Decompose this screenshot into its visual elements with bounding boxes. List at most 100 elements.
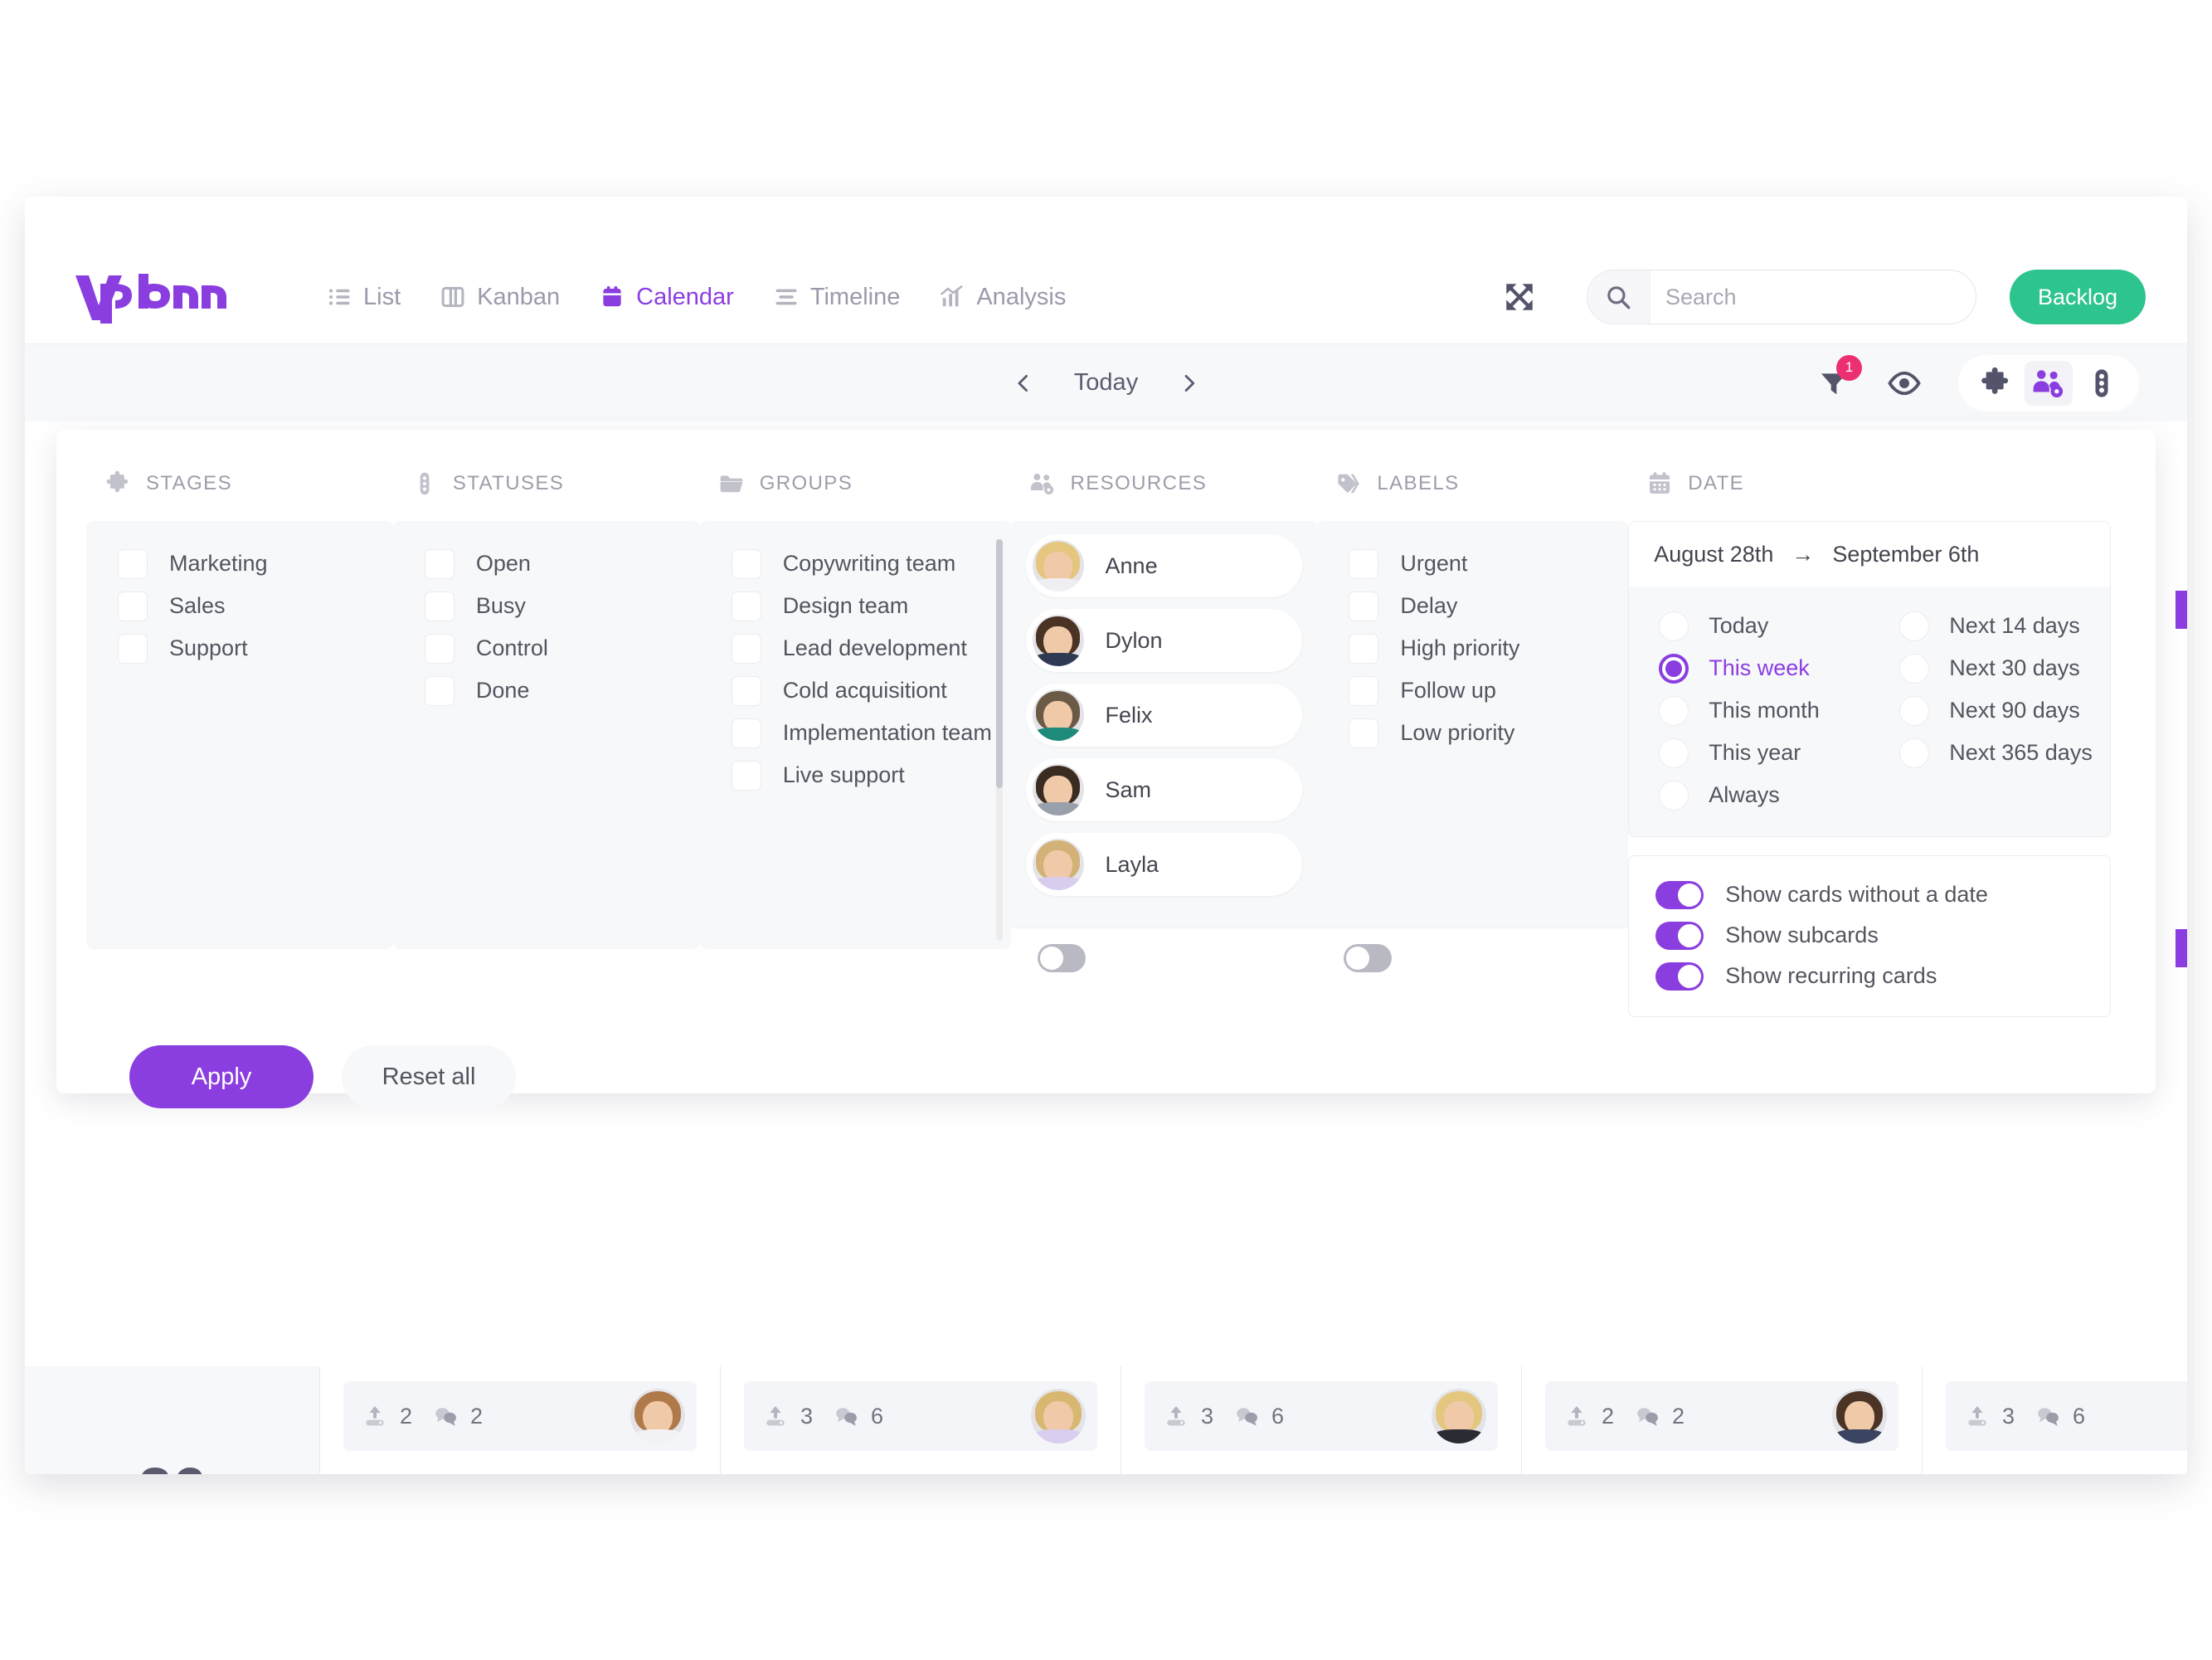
checkbox[interactable] xyxy=(731,548,761,579)
checkbox[interactable] xyxy=(1349,675,1379,706)
radio[interactable] xyxy=(1899,695,1930,726)
scroll-marker-top[interactable] xyxy=(2176,591,2187,629)
resource-item[interactable]: Felix xyxy=(1025,684,1303,747)
today-button[interactable]: Today xyxy=(1074,369,1138,397)
prev-arrow-icon[interactable] xyxy=(1013,372,1034,394)
traffic-light-icon-button[interactable] xyxy=(2078,361,2126,406)
people-gear-icon-button[interactable] xyxy=(2025,360,2073,406)
apply-button[interactable]: Apply xyxy=(129,1045,314,1108)
checkbox[interactable] xyxy=(731,760,761,791)
date-preset-this-month[interactable]: This month xyxy=(1629,689,1869,732)
radio[interactable] xyxy=(1659,695,1689,726)
checkbox-row[interactable]: High priority xyxy=(1317,627,1628,669)
checkbox-row[interactable]: Support xyxy=(86,627,393,669)
checkbox[interactable] xyxy=(424,675,455,706)
eye-icon[interactable] xyxy=(1887,366,1922,401)
checkbox-row[interactable]: Open xyxy=(393,543,700,585)
expand-icon[interactable] xyxy=(1502,280,1537,314)
backlog-button[interactable]: Backlog xyxy=(2009,270,2146,324)
checkbox-row[interactable]: Cold acquisitiont xyxy=(700,669,1011,712)
puzzle-icon-button[interactable] xyxy=(1971,361,2020,406)
checkbox[interactable] xyxy=(731,675,761,706)
radio[interactable] xyxy=(1659,653,1689,684)
toggle[interactable] xyxy=(1655,921,1704,950)
labels-toggle[interactable] xyxy=(1344,943,1393,972)
date-preset-this-year[interactable]: This year xyxy=(1629,732,1869,774)
reset-all-button[interactable]: Reset all xyxy=(342,1045,516,1108)
avatar[interactable] xyxy=(1031,1389,1086,1443)
checkbox-row[interactable]: Busy xyxy=(393,585,700,627)
checkbox[interactable] xyxy=(731,633,761,664)
calendar-card-cell[interactable]: 3 6 xyxy=(720,1366,1121,1474)
radio[interactable] xyxy=(1659,611,1689,641)
calendar-card-cell[interactable]: 2 2 xyxy=(1521,1366,1922,1474)
checkbox[interactable] xyxy=(1349,548,1379,579)
calendar-card-cell[interactable]: 3 6 Project 4829 Jacob xyxy=(1922,1366,2187,1474)
toggle[interactable] xyxy=(1655,880,1704,909)
checkbox-row[interactable]: Live support xyxy=(700,754,1011,796)
toggle-show-recurring-cards[interactable]: Show recurring cards xyxy=(1629,956,2110,996)
checkbox[interactable] xyxy=(1349,718,1379,748)
checkbox[interactable] xyxy=(424,548,455,579)
radio[interactable] xyxy=(1899,738,1930,768)
checkbox-row[interactable]: Control xyxy=(393,627,700,669)
nav-item-timeline[interactable]: Timeline xyxy=(771,279,904,316)
date-range-display[interactable]: August 28th → September 6th xyxy=(1629,522,2111,587)
avatar[interactable] xyxy=(630,1389,685,1443)
checkbox-row[interactable]: Copywriting team xyxy=(700,543,1011,585)
next-arrow-icon[interactable] xyxy=(1178,372,1199,394)
scroll-marker-bottom[interactable] xyxy=(2176,929,2187,967)
radio[interactable] xyxy=(1899,611,1930,641)
resource-item[interactable]: Sam xyxy=(1025,758,1303,821)
checkbox[interactable] xyxy=(1349,633,1379,664)
radio[interactable] xyxy=(1659,738,1689,768)
nav-item-calendar[interactable]: Calendar xyxy=(596,279,737,316)
nav-item-list[interactable]: List xyxy=(323,279,404,316)
avatar[interactable] xyxy=(1832,1389,1887,1443)
checkbox-row[interactable]: Urgent xyxy=(1317,543,1628,585)
vplan-logo[interactable] xyxy=(70,268,228,326)
checkbox-row[interactable]: Low priority xyxy=(1317,712,1628,754)
search-box[interactable] xyxy=(1586,270,1976,324)
date-preset-today[interactable]: Today xyxy=(1629,605,1869,647)
toggle[interactable] xyxy=(1655,961,1704,991)
checkbox[interactable] xyxy=(731,591,761,621)
avatar[interactable] xyxy=(1432,1389,1486,1443)
checkbox-row[interactable]: Lead development xyxy=(700,627,1011,669)
date-preset-next-365-days[interactable]: Next 365 days xyxy=(1869,732,2110,774)
toggle-show-cards-without-date[interactable]: Show cards without a date xyxy=(1629,874,2110,915)
checkbox-row[interactable]: Implementation team xyxy=(700,712,1011,754)
nav-item-analysis[interactable]: Analysis xyxy=(936,279,1069,316)
checkbox-row[interactable]: Follow up xyxy=(1317,669,1628,712)
checkbox[interactable] xyxy=(118,591,148,621)
resources-toggle[interactable] xyxy=(1037,943,1086,972)
date-preset-this-week[interactable]: This week xyxy=(1629,647,1869,689)
calendar-card-cell[interactable]: 3 6 xyxy=(1121,1366,1521,1474)
date-preset-next-30-days[interactable]: Next 30 days xyxy=(1869,647,2110,689)
checkbox-row[interactable]: Delay xyxy=(1317,585,1628,627)
radio[interactable] xyxy=(1659,780,1689,811)
checkbox[interactable] xyxy=(424,633,455,664)
date-preset-next-90-days[interactable]: Next 90 days xyxy=(1869,689,2110,732)
checkbox[interactable] xyxy=(424,591,455,621)
toggle-show-subcards[interactable]: Show subcards xyxy=(1629,915,2110,956)
calendar-card-cell[interactable]: 2 2 xyxy=(319,1366,720,1474)
resource-item[interactable]: Anne xyxy=(1025,534,1303,597)
radio[interactable] xyxy=(1899,653,1930,684)
resource-item[interactable]: Layla xyxy=(1025,833,1303,896)
date-preset-always[interactable]: Always xyxy=(1629,774,1869,816)
date-preset-next-14-days[interactable]: Next 14 days xyxy=(1869,605,2110,647)
checkbox[interactable] xyxy=(118,548,148,579)
checkbox[interactable] xyxy=(1349,591,1379,621)
checkbox[interactable] xyxy=(731,718,761,748)
resources-list[interactable]: Anne Dylon Felix Sam Layla xyxy=(1010,521,1318,927)
checkbox[interactable] xyxy=(118,633,148,664)
groups-scrollbar-thumb[interactable] xyxy=(995,539,1003,788)
search-input[interactable] xyxy=(1650,270,1976,324)
checkbox-row[interactable]: Marketing xyxy=(86,543,393,585)
checkbox-row[interactable]: Done xyxy=(393,669,700,712)
checkbox-row[interactable]: Sales xyxy=(86,585,393,627)
checkbox-row[interactable]: Design team xyxy=(700,585,1011,627)
nav-item-kanban[interactable]: Kanban xyxy=(437,279,563,316)
filter-button[interactable]: 1 xyxy=(1817,354,1862,400)
